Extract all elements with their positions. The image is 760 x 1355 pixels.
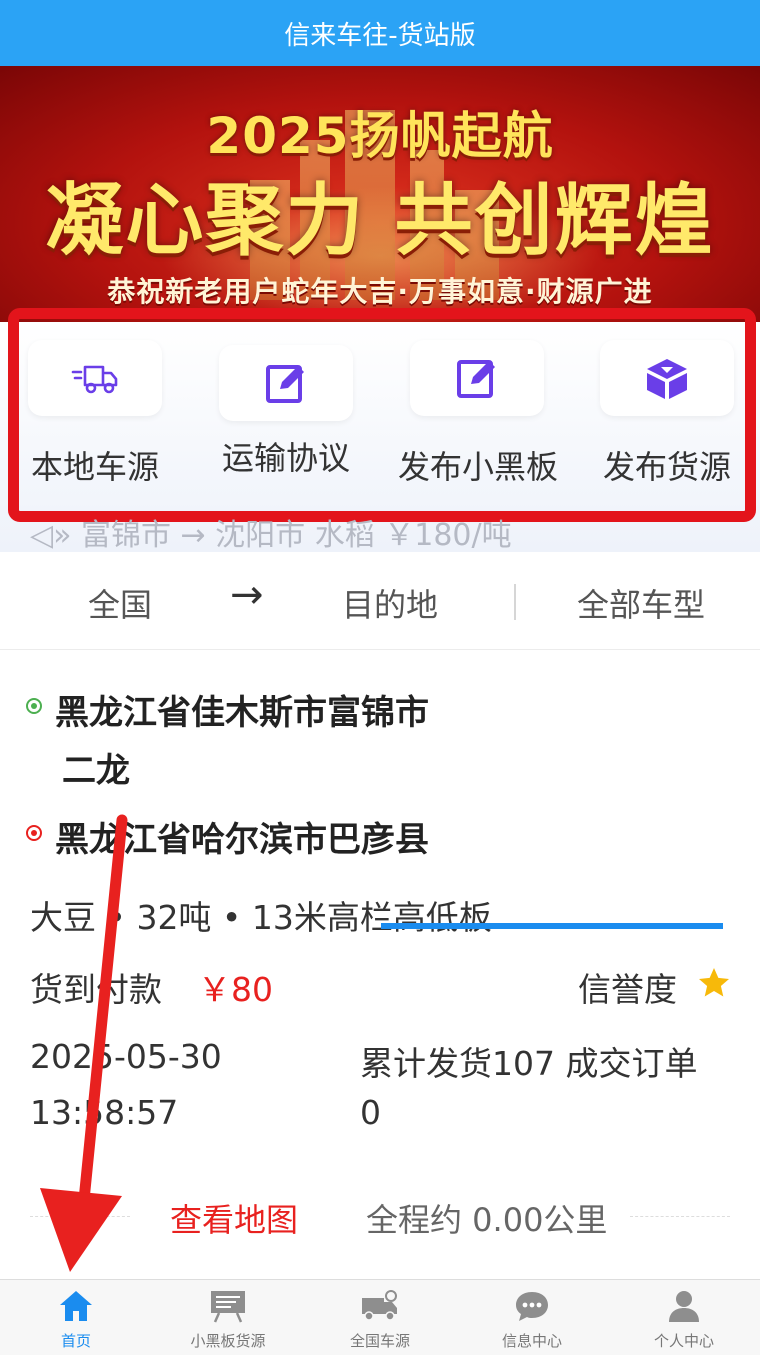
truck-icon	[304, 1286, 456, 1326]
tab-label: 全国车源	[349, 1332, 410, 1350]
tab-label: 小黑板货源	[190, 1332, 266, 1350]
freight-price: ￥80	[198, 970, 273, 1009]
origin-selector[interactable]: 全国	[88, 580, 152, 626]
destination-address: 黑龙江省哈尔滨市巴彦县	[55, 820, 429, 860]
post-date: 2025-05-30	[30, 1037, 222, 1076]
route-filter-bar: 全国 → 目的地 全部车型	[0, 552, 760, 650]
chat-icon	[456, 1286, 608, 1326]
tab-label: 个人中心	[653, 1332, 714, 1350]
post-time: 13:58:57	[30, 1093, 179, 1132]
tab-home[interactable]: 首页	[0, 1286, 152, 1351]
destination-marker-icon	[26, 825, 42, 841]
tab-label: 信息中心	[501, 1332, 562, 1350]
origin-address: 黑龙江省佳木斯市富锦市	[55, 693, 429, 733]
destination-selector[interactable]: 目的地	[342, 580, 438, 626]
star-icon	[696, 965, 732, 1005]
app-title: 信来车往-货站版	[284, 20, 476, 51]
ticker-text: ◁» 富锦市 → 沈阳市 水稻 ￥180/吨	[30, 518, 512, 550]
tab-message-center[interactable]: 信息中心	[456, 1286, 608, 1351]
action-bar-edge	[381, 923, 723, 929]
app-title-bar: 信来车往-货站版	[0, 0, 760, 66]
promo-banner[interactable]: 2025扬帆起航 凝心聚力 共创辉煌 恭祝新老用户蛇年大吉·万事如意·财源广进	[0, 66, 760, 328]
route-arrow-icon: →	[230, 572, 264, 618]
banner-slogan: 凝心聚力 共创辉煌	[45, 176, 715, 266]
tab-profile[interactable]: 个人中心	[608, 1286, 760, 1351]
home-icon	[0, 1286, 152, 1326]
cargo-info: 大豆 • 32吨 • 13米高栏高低板	[30, 898, 492, 937]
view-map-link[interactable]: 查看地图	[170, 1195, 298, 1241]
blackboard-icon	[152, 1286, 304, 1326]
news-ticker[interactable]: ◁» 富锦市 → 沈阳市 水稻 ￥180/吨	[30, 510, 730, 550]
user-icon	[608, 1286, 760, 1326]
shipper-stats: 累计发货107 成交订单	[360, 1044, 698, 1083]
bottom-tab-bar: 首页 小黑板货源 全国车源 信息中心 个人中心	[0, 1279, 760, 1355]
divider	[630, 1216, 730, 1217]
cargo-listing-card[interactable]: 黑龙江省佳木斯市富锦市 二龙 黑龙江省哈尔滨市巴彦县 大豆 • 32吨 • 13…	[0, 651, 760, 1279]
tab-blackboard-cargo[interactable]: 小黑板货源	[152, 1286, 304, 1351]
divider	[30, 1216, 130, 1217]
credit-label: 信誉度	[578, 970, 677, 1009]
route-distance: 全程约 0.00公里	[366, 1201, 608, 1239]
origin-detail: 二龙	[62, 751, 130, 791]
tab-national-vehicles[interactable]: 全国车源	[304, 1286, 456, 1351]
shipper-orders: 0	[360, 1093, 381, 1132]
tab-label: 首页	[60, 1332, 91, 1350]
filter-divider	[514, 584, 516, 620]
vehicle-type-selector[interactable]: 全部车型	[577, 580, 705, 626]
banner-greeting: 恭祝新老用户蛇年大吉·万事如意·财源广进	[107, 275, 653, 308]
payment-method: 货到付款	[30, 970, 162, 1009]
highlight-frame	[8, 308, 756, 522]
origin-marker-icon	[26, 698, 42, 714]
